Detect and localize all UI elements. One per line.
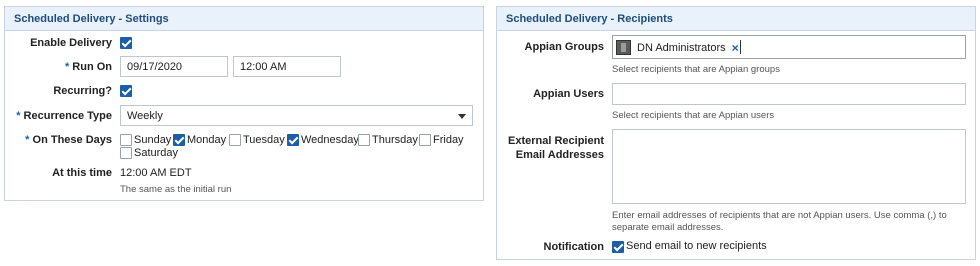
remove-chip-icon[interactable]: × <box>732 38 739 58</box>
required-marker: * <box>25 134 30 146</box>
day-checkbox-friday[interactable] <box>419 134 431 146</box>
appian-users-hint: Select recipients that are Appian users <box>612 110 775 121</box>
recurrence-type-select[interactable]: Weekly <box>120 105 473 126</box>
at-this-time-label: At this time <box>52 167 112 179</box>
at-this-time-hint: The same as the initial run <box>120 184 232 195</box>
text-cursor <box>740 40 741 54</box>
day-label-wednesday: Wednesday <box>301 134 359 146</box>
group-chip-label: DN Administrators <box>637 41 726 54</box>
appian-users-input[interactable] <box>612 83 966 105</box>
day-label-tuesday: Tuesday <box>243 134 285 146</box>
external-label-line2: Email Addresses <box>515 149 604 161</box>
day-label-saturday: Saturday <box>134 147 179 159</box>
day-checkbox-sunday[interactable] <box>120 134 132 146</box>
recurring-label: Recurring? <box>53 85 112 97</box>
notification-label: Notification <box>543 241 605 253</box>
recurrence-type-value: Weekly <box>127 110 163 122</box>
run-on-label: * Run On <box>20 61 112 73</box>
required-marker: * <box>16 110 21 122</box>
enable-delivery-label: Enable Delivery <box>30 37 112 49</box>
day-checkbox-tuesday[interactable] <box>229 134 241 146</box>
recipients-panel-title: Scheduled Delivery - Recipients <box>497 7 975 31</box>
run-on-label-text: Run On <box>72 61 112 73</box>
day-checkbox-monday[interactable] <box>173 134 185 146</box>
at-this-time-value: 12:00 AM EDT <box>120 167 192 179</box>
on-these-days-label-text: On These Days <box>32 134 112 146</box>
notification-text: Send email to new recipients <box>626 240 767 252</box>
external-recipient-label: External Recipient Email Addresses <box>500 134 604 162</box>
day-checkbox-thursday[interactable] <box>358 134 370 146</box>
group-chip: DN Administrators × <box>616 39 739 56</box>
day-label-monday: Monday <box>187 134 227 146</box>
appian-users-label: Appian Users <box>533 88 604 100</box>
day-label-sunday: Sunday <box>134 134 172 146</box>
external-email-textarea[interactable] <box>612 129 966 204</box>
enable-delivery-checkbox[interactable] <box>120 37 132 49</box>
appian-groups-input[interactable]: DN Administrators × <box>612 35 966 59</box>
external-label-line1: External Recipient <box>508 135 604 147</box>
recurring-checkbox[interactable] <box>120 85 132 97</box>
required-marker: * <box>64 61 70 73</box>
chevron-down-icon <box>458 114 466 119</box>
on-these-days-label: * On These Days <box>10 134 112 146</box>
day-label-friday: Friday <box>433 134 464 146</box>
appian-groups-label: Appian Groups <box>524 41 604 53</box>
settings-panel-title: Scheduled Delivery - Settings <box>5 7 483 31</box>
group-avatar-icon <box>616 40 631 55</box>
external-hint-line1: Enter email addresses of recipients that… <box>612 210 947 221</box>
run-on-time-input[interactable]: 12:00 AM <box>233 56 341 77</box>
external-hint-line2: separate email addresses. <box>612 222 724 233</box>
day-checkbox-wednesday[interactable] <box>287 134 299 146</box>
recurrence-type-label-text: Recurrence Type <box>23 110 112 122</box>
notification-checkbox[interactable] <box>612 241 624 253</box>
day-checkbox-saturday[interactable] <box>120 147 132 159</box>
run-on-date-input[interactable]: 09/17/2020 <box>120 56 228 77</box>
recurrence-type-label: * Recurrence Type <box>10 110 112 122</box>
day-label-thursday: Thursday <box>372 134 418 146</box>
appian-groups-hint: Select recipients that are Appian groups <box>612 64 780 75</box>
